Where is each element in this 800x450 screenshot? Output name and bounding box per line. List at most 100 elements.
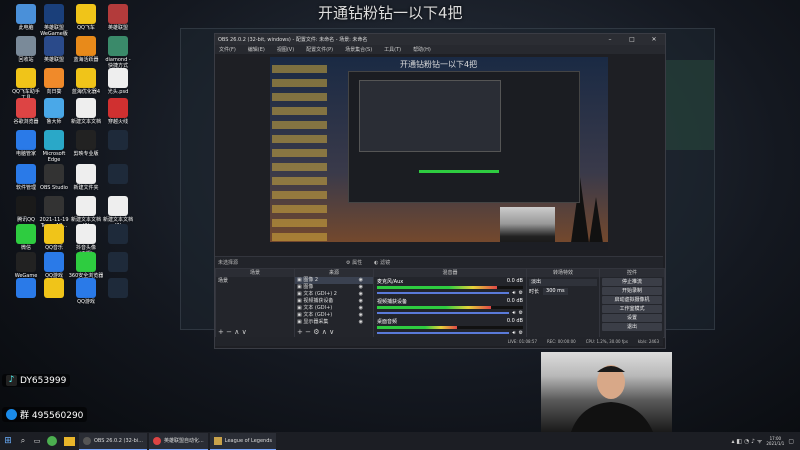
qq-group: 群 495560290 <box>20 411 84 421</box>
mixer-channel-name: 麦克风/Aux <box>377 279 404 285</box>
app-icon <box>16 36 36 56</box>
add-source-icon[interactable]: + <box>297 328 303 336</box>
desktop-icon[interactable] <box>98 224 138 245</box>
desktop-icon[interactable] <box>98 130 138 151</box>
add-scene-icon[interactable]: + <box>218 328 224 336</box>
notification-icon[interactable]: ▢ <box>788 438 794 445</box>
menu-item[interactable]: 场景集合(S) <box>345 46 372 53</box>
app-icon <box>16 224 36 244</box>
source-toolbar: 未选择源 ⚙ 属性 ◐ 滤镜 <box>215 256 663 268</box>
volume-slider[interactable] <box>377 312 510 314</box>
scenes-header: 场景 <box>216 269 294 277</box>
move-up-icon[interactable]: ∧ <box>234 328 239 336</box>
menu-item[interactable]: 配置文件(P) <box>306 46 333 53</box>
obs-title: OBS 26.0.2 (32-bit, windows) - 配置文件: 未命名… <box>218 37 368 43</box>
obs-titlebar[interactable]: OBS 26.0.2 (32-bit, windows) - 配置文件: 未命名… <box>215 34 665 45</box>
maximize-icon[interactable]: □ <box>621 36 643 43</box>
mixer-header: 混音器 <box>374 269 526 277</box>
desktop-icon[interactable] <box>98 252 138 273</box>
volume-slider[interactable] <box>377 292 510 294</box>
source-item[interactable]: ▣ 文本 (GDI+) 2 ◉ <box>295 291 373 298</box>
visibility-icon[interactable]: ◉ <box>359 298 363 305</box>
visibility-icon[interactable]: ◉ <box>359 291 363 298</box>
gear-icon[interactable]: ⚙ <box>519 290 523 296</box>
tray-icons[interactable]: ▴ ◧ ◔ ♪ ᯤ <box>732 437 763 445</box>
status-kbps: kb/s: 2463 <box>637 339 659 344</box>
source-down-icon[interactable]: ∨ <box>329 328 334 336</box>
control-button[interactable]: 工作室模式 <box>602 305 662 313</box>
speaker-icon[interactable]: 🔊︎ <box>512 310 515 316</box>
source-item[interactable]: ▣ 文本 (GDI+) ◉ <box>295 305 373 312</box>
source-item[interactable]: ▣ 显示器采集 ◉ <box>295 319 373 326</box>
webcam-feed <box>541 352 672 432</box>
taskbar-item-lol[interactable]: League of Legends <box>209 432 276 450</box>
app-icon <box>108 164 128 184</box>
app-icon <box>76 196 96 216</box>
visibility-icon[interactable]: ◉ <box>359 284 363 291</box>
search-icon[interactable]: ⌕ <box>16 436 30 446</box>
desktop-icon[interactable] <box>98 164 138 185</box>
transition-select[interactable]: 淡出 <box>529 279 597 286</box>
desktop-icon[interactable]: 光头.psd <box>98 68 138 95</box>
move-down-icon[interactable]: ∨ <box>242 328 247 336</box>
visibility-icon[interactable]: ◉ <box>359 319 363 326</box>
control-button[interactable]: 退出 <box>602 323 662 331</box>
app-icon <box>16 68 36 88</box>
desktop-icon[interactable]: 穿越火线 <box>98 98 138 125</box>
remove-scene-icon[interactable]: − <box>226 328 232 336</box>
menu-item[interactable]: 视图(V) <box>277 46 294 53</box>
speaker-icon[interactable]: 🔊︎ <box>512 290 515 296</box>
source-up-icon[interactable]: ∧ <box>322 328 327 336</box>
source-item[interactable]: ▣ 文本 (GDI+) ◉ <box>295 312 373 319</box>
properties-button[interactable]: ⚙ 属性 <box>346 259 362 266</box>
control-button[interactable]: 启动虚拟摄像机 <box>602 296 662 304</box>
gear-icon[interactable]: ⚙ <box>519 330 523 336</box>
control-button[interactable]: 设置 <box>602 314 662 322</box>
volume-slider[interactable] <box>377 332 510 334</box>
desktop-icon[interactable] <box>98 278 138 299</box>
app-icon <box>44 130 64 150</box>
desktop-icon-label: 剪映专业版 <box>73 151 99 157</box>
controls-list: 停止推流 开始录制 启动虚拟摄像机 工作室模式 设置 退出 <box>600 278 664 331</box>
visibility-icon[interactable]: ◉ <box>359 312 363 319</box>
mixer-channel: 麦克风/Aux 0.0 dB 🔊︎ ⚙ <box>374 277 526 297</box>
visibility-icon[interactable]: ◉ <box>359 277 363 284</box>
scene-item[interactable]: 场景 <box>216 277 294 285</box>
duration-input[interactable]: 300 ms <box>543 288 568 295</box>
menu-item[interactable]: 帮助(H) <box>413 46 431 53</box>
clock[interactable]: 17:00 2021/1/1 <box>766 436 784 446</box>
filters-button[interactable]: ◐ 滤镜 <box>374 259 390 266</box>
source-item[interactable]: ▣ 图像 ◉ <box>295 284 373 291</box>
visibility-icon[interactable]: ◉ <box>359 305 363 312</box>
gear-icon[interactable]: ⚙ <box>519 310 523 316</box>
menu-item[interactable]: 编辑(E) <box>248 46 265 53</box>
close-icon[interactable]: ✕ <box>643 36 665 43</box>
preview-taskbar <box>270 242 608 250</box>
scenes-toolbar: + − ∧ ∨ <box>218 328 247 336</box>
stream-title: 开通钻粉钻一以下4把 <box>318 4 463 22</box>
desktop-icon[interactable]: 英雄联盟 <box>98 4 138 31</box>
obs-preview[interactable]: 开通钻粉钻一以下4把 <box>270 57 608 250</box>
source-item[interactable]: ▣ 视频捕获设备 ◉ <box>295 298 373 305</box>
source-item[interactable]: ▣ 图像 2 ◉ <box>295 277 373 284</box>
minimize-icon[interactable]: – <box>599 36 621 43</box>
app-icon <box>44 224 64 244</box>
remove-source-icon[interactable]: − <box>305 328 311 336</box>
taskbar-item-obs[interactable]: OBS 26.0.2 (32-bi... <box>79 432 147 450</box>
control-button[interactable]: 停止推流 <box>602 278 662 286</box>
no-source-label: 未选择源 <box>218 260 239 266</box>
explorer-pin-icon[interactable] <box>64 436 75 446</box>
desktop-icon[interactable]: diamond - 快捷方式 <box>98 36 138 69</box>
taskbar-item-lol-helper[interactable]: 英雄联盟自动化... <box>148 432 208 450</box>
transition-panel: 转场特效 淡出 时长 300 ms <box>526 268 600 338</box>
start-icon[interactable]: ⊞ <box>0 436 16 446</box>
task-view-icon[interactable]: ▭ <box>30 437 44 445</box>
menu-item[interactable]: 工具(T) <box>384 46 401 53</box>
chrome-pin-icon[interactable] <box>47 436 57 446</box>
menu-item[interactable]: 文件(F) <box>219 46 236 53</box>
control-button[interactable]: 开始录制 <box>602 287 662 295</box>
speaker-icon[interactable]: 🔊︎ <box>512 330 515 336</box>
source-settings-icon[interactable]: ⚙ <box>313 328 319 336</box>
desktop-icon-label: QQ游戏 <box>77 299 95 305</box>
mixer-channel-db: 0.0 dB <box>506 298 523 304</box>
